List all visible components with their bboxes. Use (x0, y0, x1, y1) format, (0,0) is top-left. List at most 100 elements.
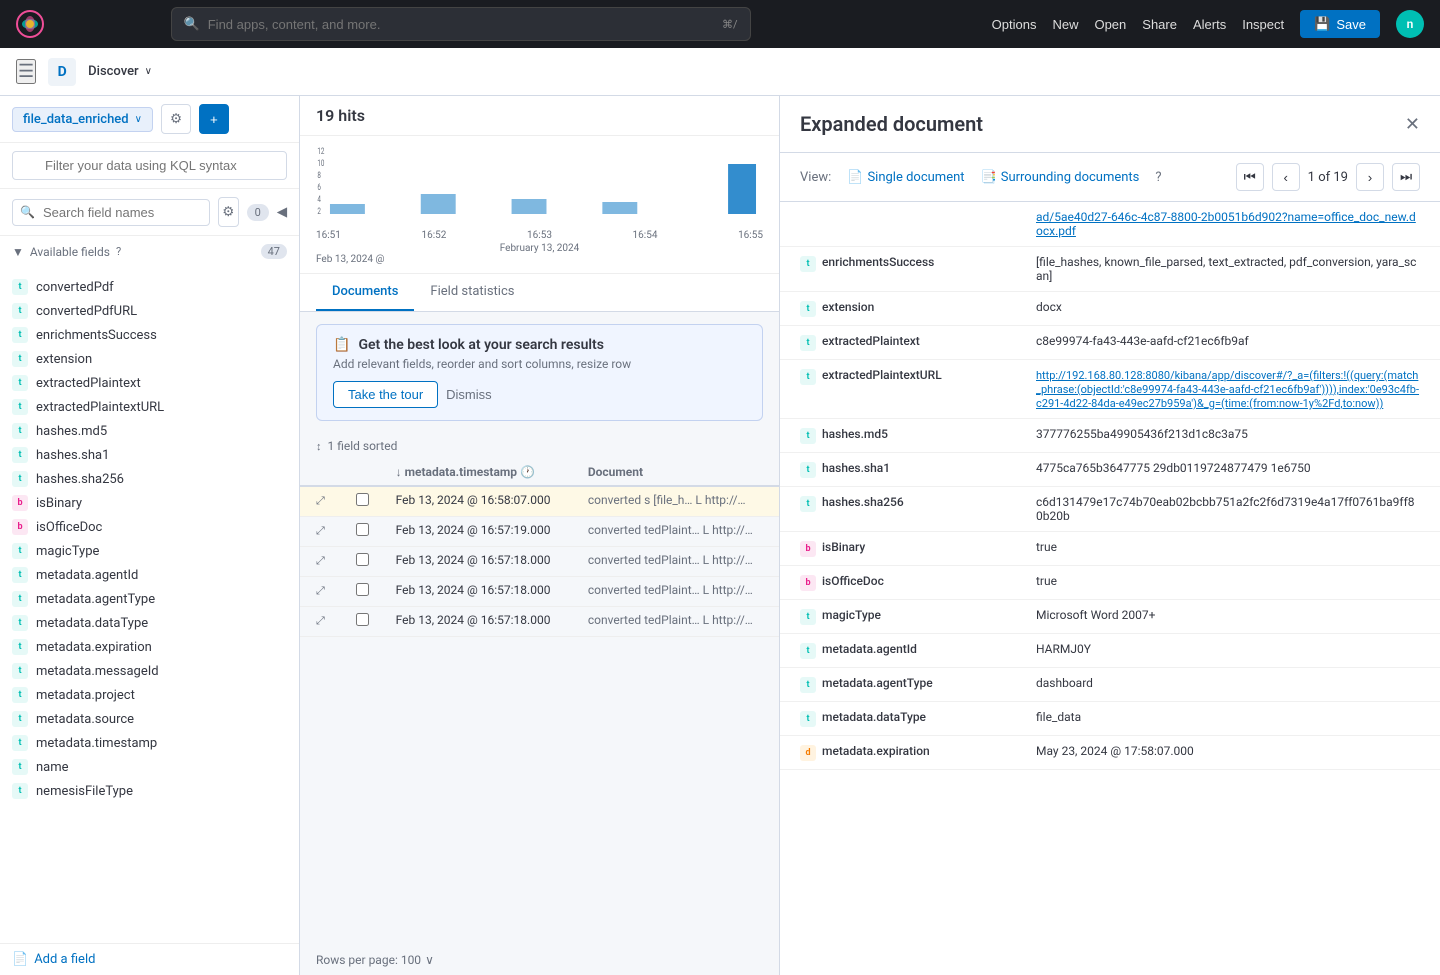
field-item-hashes-sha256[interactable]: thashes.sha256 (0, 467, 299, 491)
field-type-badge: t (800, 301, 816, 317)
field-item-nemesisFileType[interactable]: tnemesisFileType (0, 779, 299, 803)
field-item-isBinary[interactable]: bisBinary (0, 491, 299, 515)
field-item-name[interactable]: tname (0, 755, 299, 779)
share-button[interactable]: Share (1142, 17, 1177, 32)
last-page-button[interactable]: ⏭ (1392, 163, 1420, 191)
field-item-metadata-messageId[interactable]: tmetadata.messageId (0, 659, 299, 683)
field-item-metadata-timestamp[interactable]: tmetadata.timestamp (0, 731, 299, 755)
field-item-hashes-md5[interactable]: thashes.md5 (0, 419, 299, 443)
close-panel-button[interactable]: ✕ (1405, 114, 1420, 135)
add-field-button[interactable]: 📄 Add a field (0, 943, 299, 975)
field-item-enrichmentsSuccess[interactable]: tenrichmentsSuccess (0, 323, 299, 347)
kql-input[interactable] (12, 151, 287, 180)
time-label-1: 16:51 (316, 230, 341, 241)
avatar[interactable]: n (1396, 10, 1424, 38)
field-item-metadata-agentType[interactable]: tmetadata.agentType (0, 587, 299, 611)
field-type-badge: t (800, 462, 816, 478)
discover-tab[interactable]: Discover ∨ (88, 64, 152, 79)
row-checkbox[interactable] (356, 583, 369, 596)
row-doc-cell: converted tedPlaint… L http://… (576, 547, 779, 577)
hamburger-menu[interactable]: ☰ (16, 59, 36, 84)
row-checkbox[interactable] (356, 613, 369, 626)
index-selector[interactable]: file_data_enriched ∨ (12, 107, 153, 132)
single-document-link[interactable]: 📄 Single document (847, 170, 964, 185)
table-row: ⤢ Feb 13, 2024 @ 16:57:19.000 converted … (300, 517, 779, 547)
first-page-button[interactable]: ⏮ (1236, 163, 1264, 191)
field-name-col: t hashes.md5 (800, 427, 1020, 444)
field-item-metadata-expiration[interactable]: tmetadata.expiration (0, 635, 299, 659)
new-button[interactable]: New (1052, 17, 1078, 32)
field-item-isOfficeDoc[interactable]: bisOfficeDoc (0, 515, 299, 539)
field-item-metadata-dataType[interactable]: tmetadata.dataType (0, 611, 299, 635)
field-value: c6d131479e17c74b70eab02bcbb751a2fc2f6d73… (1036, 495, 1414, 523)
field-link[interactable]: http://192.168.80.128:8080/kibana/app/di… (1036, 369, 1419, 410)
field-value-col: Microsoft Word 2007+ (1036, 608, 1420, 622)
field-name-label: extension (822, 300, 874, 314)
expand-row-button[interactable]: ⤢ (312, 613, 329, 630)
doc-fields: ad/5ae40d27-646c-4c87-8800-2b0051b6d902?… (780, 202, 1440, 975)
discover-label: Discover (88, 64, 138, 79)
chevron-down-icon: ▼ (12, 245, 24, 259)
next-page-button[interactable]: › (1356, 163, 1384, 191)
expand-row-button[interactable]: ⤢ (312, 523, 329, 540)
expand-row-button[interactable]: ⤢ (312, 553, 329, 570)
docs-table: ↓ metadata.timestamp 🕐 Document ⤢ Feb 13… (300, 459, 779, 637)
field-link[interactable]: ad/5ae40d27-646c-4c87-8800-2b0051b6d902?… (1036, 210, 1416, 238)
global-search[interactable]: 🔍 ⌘/ (171, 7, 751, 41)
toggle-sidebar-button[interactable]: ◀ (277, 204, 287, 220)
field-item-convertedPdf[interactable]: tconvertedPdf (0, 275, 299, 299)
expand-row-button[interactable]: ⤢ (312, 583, 329, 600)
row-checkbox[interactable] (356, 493, 369, 506)
global-search-input[interactable] (208, 17, 714, 32)
search-fields-input[interactable] (12, 199, 210, 226)
row-checkbox[interactable] (356, 553, 369, 566)
elastic-logo-icon (16, 10, 44, 38)
alerts-button[interactable]: Alerts (1193, 17, 1226, 32)
prev-page-button[interactable]: ‹ (1272, 163, 1300, 191)
rows-per-page[interactable]: Rows per page: 100 ∨ (300, 945, 779, 975)
th-timestamp[interactable]: ↓ metadata.timestamp 🕐 (384, 459, 576, 486)
field-name: extractedPlaintextURL (36, 400, 164, 415)
field-name-label: metadata.dataType (822, 710, 926, 724)
field-type-badge: t (12, 279, 28, 295)
field-item-hashes-sha1[interactable]: thashes.sha1 (0, 443, 299, 467)
options-button[interactable]: Options (992, 17, 1037, 32)
docs-table-container: ↓ metadata.timestamp 🕐 Document ⤢ Feb 13… (300, 459, 779, 945)
expand-row-button[interactable]: ⤢ (312, 493, 329, 510)
filter-fields-button[interactable]: ⚙ (218, 197, 239, 227)
field-name: enrichmentsSuccess (36, 328, 157, 343)
help-icon[interactable]: ? (1155, 170, 1161, 185)
field-item-convertedPdfURL[interactable]: tconvertedPdfURL (0, 299, 299, 323)
th-expand (300, 459, 344, 486)
field-item-metadata-agentId[interactable]: tmetadata.agentId (0, 563, 299, 587)
take-tour-button[interactable]: Take the tour (333, 381, 438, 408)
open-button[interactable]: Open (1094, 17, 1126, 32)
filter-button[interactable]: ⚙ (161, 104, 191, 134)
field-item-extension[interactable]: textension (0, 347, 299, 371)
tab-documents[interactable]: Documents (316, 274, 414, 311)
add-filter-button[interactable]: + (199, 104, 229, 134)
panel-header: Expanded document ✕ (780, 96, 1440, 153)
field-item-extractedPlaintextURL[interactable]: textractedPlaintextURL (0, 395, 299, 419)
save-button[interactable]: 💾 Save (1300, 10, 1380, 38)
field-value: HARMJ0Y (1036, 642, 1091, 656)
dismiss-button[interactable]: Dismiss (446, 381, 492, 408)
row-checkbox[interactable] (356, 523, 369, 536)
chart-bottom-label: Feb 13, 2024 @ (316, 254, 763, 265)
field-item-metadata-source[interactable]: tmetadata.source (0, 707, 299, 731)
field-type-badge: t (12, 351, 28, 367)
field-item-magicType[interactable]: tmagicType (0, 539, 299, 563)
field-value: c8e99974-fa43-443e-aafd-cf21ec6fb9af (1036, 334, 1249, 348)
field-name-col: t metadata.dataType (800, 710, 1020, 727)
tab-field-statistics[interactable]: Field statistics (414, 274, 530, 311)
table-row: ⤢ Feb 13, 2024 @ 16:57:18.000 converted … (300, 577, 779, 607)
field-item-extractedPlaintext[interactable]: textractedPlaintext (0, 371, 299, 395)
field-name-label: hashes.md5 (822, 427, 888, 441)
inspect-button[interactable]: Inspect (1242, 17, 1284, 32)
field-item-metadata-project[interactable]: tmetadata.project (0, 683, 299, 707)
surrounding-documents-link[interactable]: 📑 Surrounding documents (981, 170, 1140, 185)
field-type-badge: t (12, 735, 28, 751)
field-value: docx (1036, 300, 1062, 314)
available-fields-header[interactable]: ▼ Available fields ? 47 (12, 244, 287, 259)
time-label-4: 16:54 (633, 230, 658, 241)
